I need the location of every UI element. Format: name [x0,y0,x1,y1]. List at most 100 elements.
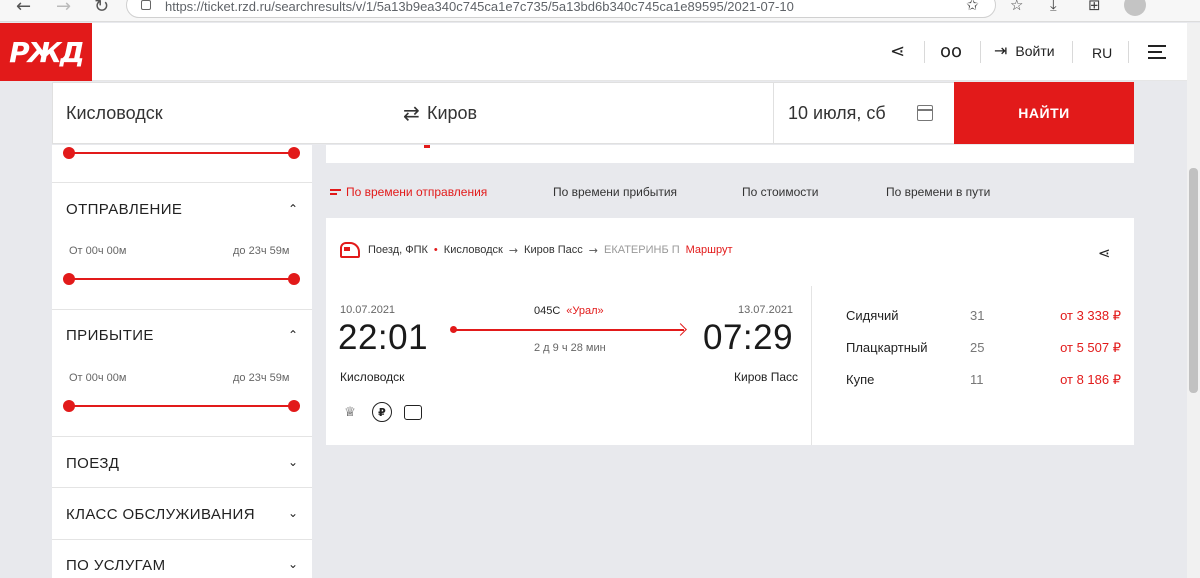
header-divider [1128,41,1129,63]
departure-from-label: От 00ч 00м [69,245,127,257]
chevron-up-icon[interactable]: ⌃ [288,328,298,342]
fare-seats: 25 [970,340,985,355]
url-text: https://ticket.rzd.ru/searchresults/v/1/… [165,0,794,14]
header-divider [924,41,925,63]
filter-departure-title[interactable]: ОТПРАВЛЕНИЕ [66,201,182,218]
browser-toolbar: ← → ↻ https://ticket.rzd.ru/searchresult… [0,0,1200,22]
reload-icon[interactable]: ↻ [94,0,109,17]
chevron-down-icon[interactable]: ⌄ [288,455,298,469]
menu-icon[interactable] [1148,45,1166,59]
back-icon[interactable]: ← [16,0,31,17]
fare-row[interactable]: Плацкартный 25 от 5 507 ₽ [846,340,1121,358]
chevron-down-icon[interactable]: ⌄ [288,506,298,520]
sort-by-price[interactable]: По стоимости [742,185,819,199]
train-number: 045С «Урал» [534,305,604,317]
departure-time: 22:01 [338,318,429,357]
sort-icon [330,188,341,197]
share-icon[interactable]: ⋖ [890,41,905,62]
fare-price[interactable]: от 3 338 ₽ [1060,308,1121,324]
accessibility-glasses-icon[interactable]: oo [940,41,962,62]
address-bar[interactable]: https://ticket.rzd.ru/searchresults/v/1/… [126,0,996,18]
fare-class: Сидячий [846,308,899,323]
site-info-icon[interactable]: ✩ [966,0,979,14]
fare-class: Плацкартный [846,340,928,355]
train-carrier: Поезд, ФПК [368,244,428,256]
downloads-icon[interactable]: ⤓ [1050,0,1057,14]
route-from: Кисловодск [443,244,503,256]
luggage-icon [404,405,422,420]
fare-row[interactable]: Сидячий 31 от 3 338 ₽ [846,308,1121,326]
fare-seats: 11 [970,372,984,387]
route-to: Киров Пасс [524,244,583,256]
range-slider-previous[interactable] [63,147,300,159]
previous-result-card [326,145,1134,163]
search-button[interactable]: НАЙТИ [954,82,1134,144]
decorative-mark [424,145,430,148]
sort-by-departure[interactable]: По времени отправления [330,185,487,199]
slider-handle-min[interactable] [63,147,75,159]
fare-seats: 31 [970,308,985,323]
filter-arrival-title[interactable]: ПРИБЫТИЕ [66,327,154,344]
arrival-to-label: до 23ч 59м [233,372,290,384]
from-station-input[interactable]: Кисловодск [66,83,163,143]
arrival-date: 13.07.2021 [738,304,794,316]
scrollbar-thumb[interactable] [1189,168,1198,393]
fare-price[interactable]: от 5 507 ₽ [1060,340,1121,356]
fare-row[interactable]: Купе 11 от 8 186 ₽ [846,372,1121,390]
arrival-time-slider[interactable] [63,400,300,412]
train-route-header: Поезд, ФПК • Кисловодск → Киров Пасс → Е… [340,242,733,258]
rzd-logo[interactable]: РЖД [0,23,92,81]
slider-handle-min[interactable] [63,400,75,412]
arrow-right-icon: → [588,243,598,257]
date-input[interactable]: 10 июля, сб [788,83,886,143]
slider-handle-max[interactable] [288,147,300,159]
page-scrollbar[interactable] [1187,23,1200,578]
swap-stations-icon[interactable]: ⇄ [403,83,420,143]
filter-divider [52,487,312,488]
train-result-card[interactable]: Поезд, ФПК • Кисловодск → Киров Пасс → Е… [326,218,1134,445]
sort-by-arrival[interactable]: По времени прибытия [553,185,677,199]
departure-date: 10.07.2021 [340,304,396,316]
filter-panel: ОТПРАВЛЕНИЕ ⌃ От 00ч 00м до 23ч 59м ПРИБ… [52,145,312,578]
route-link[interactable]: Маршрут [686,244,733,256]
filter-class-title[interactable]: КЛАСС ОБСЛУЖИВАНИЯ [66,506,255,523]
filter-divider [52,309,312,310]
route-final: ЕКАТЕРИНБ П [603,244,680,256]
sort-by-duration[interactable]: По времени в пути [886,185,990,199]
language-selector[interactable]: RU [1092,45,1112,61]
filter-divider [52,539,312,540]
profile-avatar[interactable] [1124,0,1146,16]
departure-to-label: до 23ч 59м [233,245,290,257]
login-button[interactable]: ⇥ Войти [994,41,1055,60]
slider-handle-min[interactable] [63,273,75,285]
collections-icon[interactable]: ⊞ [1088,0,1101,14]
filter-divider [52,436,312,437]
train-number-text: 045С [534,305,561,317]
forward-icon[interactable]: → [56,0,71,17]
service-icons: ♕ ₽ [340,402,422,422]
field-divider [773,83,774,143]
card-divider [811,286,812,445]
slider-handle-max[interactable] [288,273,300,285]
slider-handle-max[interactable] [288,400,300,412]
travel-duration: 2 д 9 ч 28 мин [534,342,606,354]
favorites-icon[interactable]: ☆ [1010,0,1023,14]
departure-time-slider[interactable] [63,273,300,285]
to-station-input[interactable]: Киров [427,83,477,143]
search-form: Кисловодск ⇄ Киров 10 июля, сб НАЙТИ [52,82,1134,144]
chevron-down-icon[interactable]: ⌄ [288,557,298,571]
arrival-from-label: От 00ч 00м [69,372,127,384]
bullet-separator: • [433,244,438,256]
share-icon[interactable]: ⋖ [1098,244,1111,262]
calendar-icon[interactable] [917,105,933,121]
train-brand: «Урал» [566,305,604,317]
award-icon: ♕ [344,404,356,420]
header-divider [1072,41,1073,63]
route-arrow-line [450,326,684,332]
filter-services-title[interactable]: ПО УСЛУГАМ [66,557,165,574]
login-icon: ⇥ [994,41,1008,60]
filter-train-title[interactable]: ПОЕЗД [66,455,119,472]
chevron-up-icon[interactable]: ⌃ [288,202,298,216]
fare-price[interactable]: от 8 186 ₽ [1060,372,1121,388]
sort-label: По времени отправления [346,185,488,199]
